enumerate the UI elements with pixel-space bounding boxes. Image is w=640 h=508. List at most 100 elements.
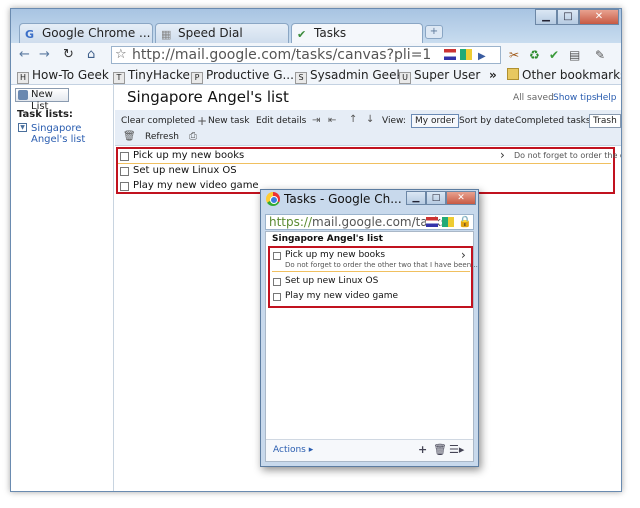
close-button[interactable]: ✕ <box>579 9 619 25</box>
address-bar[interactable]: ☆ http://mail.google.com/tasks/canvas?pl… <box>111 46 501 64</box>
task-row[interactable]: Set up new Linux OS <box>272 276 470 289</box>
refresh-button[interactable]: Refresh <box>145 132 179 142</box>
bookmark-icon: T <box>113 72 125 84</box>
tab-tasks[interactable]: ✔ Tasks <box>291 23 423 44</box>
check-icon[interactable]: ✔ <box>549 48 559 62</box>
popup-list-title: Singapore Angel's list <box>272 234 383 244</box>
new-task-button[interactable]: New task <box>208 116 249 126</box>
my-order-button[interactable]: My order <box>411 114 459 128</box>
add-icon: + <box>197 114 208 128</box>
sort-by-date-button[interactable]: Sort by date <box>459 116 515 126</box>
play-icon[interactable]: ▶ <box>478 49 486 62</box>
minimize-button[interactable]: ▁ <box>535 9 557 25</box>
completed-tasks-button[interactable]: Completed tasks <box>515 116 591 126</box>
new-tab-button[interactable]: + <box>425 25 443 39</box>
task-checkbox[interactable] <box>273 293 281 301</box>
list-options-icon[interactable]: ☰▸ <box>449 443 464 456</box>
move-down-icon[interactable]: ↓ <box>366 114 374 125</box>
bookmark-icon: U <box>399 72 411 84</box>
list-dropdown-icon[interactable]: ▼ <box>18 123 27 132</box>
scissors-icon[interactable]: ✂ <box>509 48 519 62</box>
print-icon[interactable]: ⎙ <box>189 131 197 142</box>
bookmark-icon: P <box>191 72 203 84</box>
task-title[interactable]: Pick up my new books <box>285 250 385 260</box>
flag-icon <box>444 49 456 60</box>
trash-button[interactable]: Trash <box>589 114 621 128</box>
new-list-icon <box>18 90 28 100</box>
help-link[interactable]: Help <box>596 93 617 103</box>
wrench-icon[interactable]: ✎ <box>595 48 605 62</box>
page-title: Singapore Angel's list <box>127 88 289 106</box>
task-checkbox[interactable] <box>120 182 129 191</box>
popup-title: Tasks - Google Ch... <box>284 192 402 206</box>
reload-button[interactable]: ↻ <box>63 47 74 62</box>
new-list-button[interactable]: New List <box>15 88 69 112</box>
window-controls: ▁ □ ✕ <box>535 9 619 25</box>
home-button[interactable]: ⌂ <box>87 47 95 62</box>
clear-completed-button[interactable]: Clear completed <box>121 116 195 126</box>
trash-icon[interactable]: 🗑 <box>433 443 447 456</box>
task-checkbox[interactable] <box>120 152 129 161</box>
bookmark-sysadmin-geek[interactable]: S Sysadmin Geek <box>295 68 403 84</box>
bookmark-how-to-geek[interactable]: H How-To Geek <box>17 68 109 84</box>
task-title[interactable]: Set up new Linux OS <box>133 165 237 176</box>
minimize-button[interactable]: ▁ <box>406 191 426 205</box>
task-note: Do not forget to order the other ... <box>514 151 621 160</box>
task-lists-title: Task lists: <box>17 109 73 120</box>
speed-dial-icon: ▦ <box>161 28 172 41</box>
add-icon[interactable]: + <box>418 443 427 456</box>
edit-details-button[interactable]: Edit details <box>256 116 306 126</box>
url-scheme: https:// <box>269 215 313 229</box>
page-menu-icon[interactable]: ▤ <box>569 48 580 62</box>
recycle-icon[interactable]: ♻ <box>529 48 540 62</box>
task-row[interactable]: Play my new video game <box>272 291 470 304</box>
indent-icon[interactable]: ⇥ <box>312 115 320 126</box>
bookmark-productive-geek[interactable]: P Productive G... <box>191 68 294 84</box>
star-icon[interactable]: ☆ <box>115 47 127 63</box>
task-title[interactable]: Play my new video game <box>133 180 259 191</box>
tab-label: Speed Dial <box>178 26 243 40</box>
task-row[interactable]: Set up new Linux OS <box>118 164 611 179</box>
popup-footer: Actions ▸ + 🗑 ☰▸ <box>266 439 473 461</box>
extension-icon[interactable] <box>460 49 472 60</box>
other-bookmarks[interactable]: Other bookmarks <box>507 68 621 82</box>
chevron-right-icon[interactable]: › <box>461 248 466 262</box>
google-icon: G <box>25 28 35 41</box>
bookmark-icon: H <box>17 72 29 84</box>
chrome-icon <box>266 192 280 206</box>
tab-speed-dial[interactable]: ▦ Speed Dial <box>155 23 289 43</box>
outdent-icon[interactable]: ⇤ <box>328 115 336 126</box>
maximize-button[interactable]: □ <box>426 191 446 205</box>
forward-button[interactable]: → <box>39 47 50 62</box>
trash-icon[interactable]: 🗑 <box>123 131 136 142</box>
task-checkbox[interactable] <box>120 167 129 176</box>
chevron-right-icon[interactable]: › <box>500 148 505 162</box>
task-list-link[interactable]: Singapore Angel's list <box>31 123 111 145</box>
tab-google-chrome[interactable]: G Google Chrome ... <box>19 23 153 43</box>
bookmarks-overflow-chevron[interactable]: » <box>489 68 497 82</box>
task-checkbox[interactable] <box>273 278 281 286</box>
view-label: View: <box>382 116 406 126</box>
close-button[interactable]: ✕ <box>446 191 476 205</box>
title-bar: G Google Chrome ... ▦ Speed Dial ✔ Tasks… <box>11 9 621 44</box>
tab-label: Google Chrome ... <box>42 26 151 40</box>
popup-address-bar[interactable]: https://mail.google.com/tasks 🔒 <box>265 214 474 230</box>
task-title[interactable]: Pick up my new books <box>133 150 244 161</box>
move-up-icon[interactable]: ↑ <box>349 114 357 125</box>
show-tips-link[interactable]: Show tips <box>553 93 597 103</box>
actions-menu[interactable]: Actions ▸ <box>273 445 313 455</box>
task-row[interactable]: Pick up my new books › Do not forget to … <box>118 148 621 164</box>
back-button[interactable]: ← <box>19 47 30 62</box>
popup-window-controls: ▁ □ ✕ <box>406 191 476 205</box>
task-checkbox[interactable] <box>273 252 281 260</box>
bookmark-super-user[interactable]: U Super User <box>399 68 480 84</box>
lock-icon: 🔒 <box>458 215 472 228</box>
bookmark-tinyhacker[interactable]: T TinyHacker <box>113 68 195 84</box>
task-row[interactable]: Pick up my new books Do not forget to or… <box>272 248 478 272</box>
task-title[interactable]: Play my new video game <box>285 291 398 301</box>
maximize-button[interactable]: □ <box>557 9 579 25</box>
extension-icon <box>442 217 454 227</box>
task-title[interactable]: Set up new Linux OS <box>285 276 378 286</box>
url-text: http://mail.google.com/tasks/canvas?pli=… <box>132 47 432 63</box>
tab-label: Tasks <box>314 26 347 40</box>
